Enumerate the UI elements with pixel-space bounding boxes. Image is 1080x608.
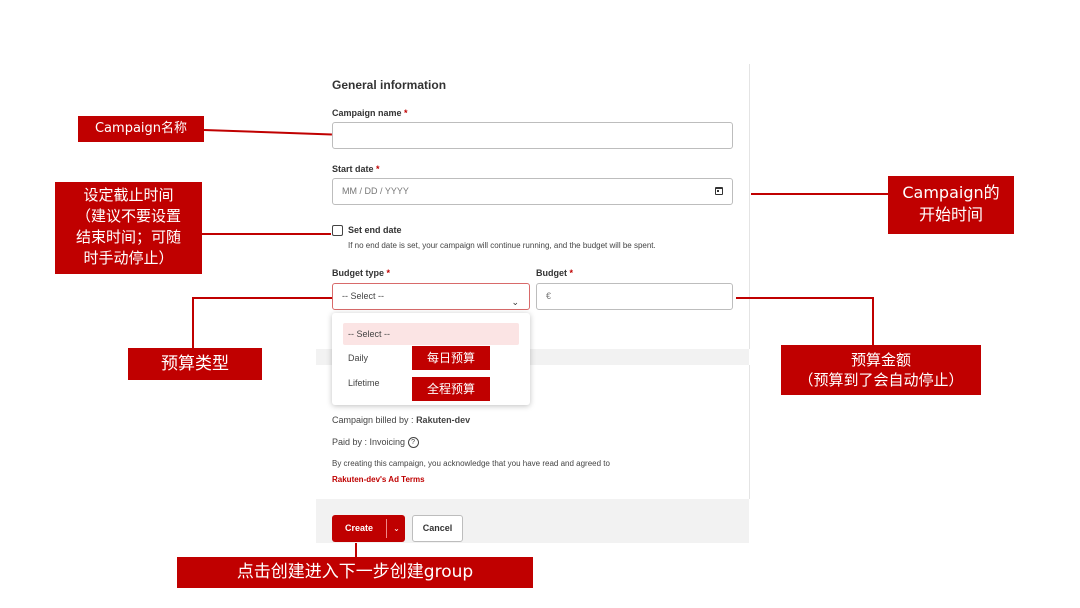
agreement-text: By creating this campaign, you acknowled… bbox=[332, 459, 610, 468]
calendar-icon[interactable] bbox=[715, 187, 723, 195]
callout-budget-line-2: （预算到了会自动停止） bbox=[798, 371, 964, 389]
callout-start-date: Campaign的 开始时间 bbox=[888, 176, 1014, 234]
cancel-button[interactable]: Cancel bbox=[412, 515, 463, 542]
chevron-down-icon[interactable]: ⌄ bbox=[388, 515, 405, 542]
callout-budget-type: 预算类型 bbox=[128, 348, 262, 380]
campaign-name-label-text: Campaign name bbox=[332, 108, 402, 118]
dropdown-option-daily[interactable]: Daily bbox=[348, 353, 368, 363]
end-date-label: Set end date bbox=[348, 225, 402, 235]
leader-line bbox=[751, 193, 888, 195]
paid-by-text: Paid by : Invoicing bbox=[332, 437, 406, 447]
callout-end-date: 设定截止时间 （建议不要设置 结束时间；可随 时手动停止） bbox=[55, 182, 202, 274]
budget-label-text: Budget bbox=[536, 268, 567, 278]
campaign-name-input[interactable] bbox=[332, 122, 733, 149]
budget-input[interactable]: € bbox=[536, 283, 733, 310]
create-button-divider bbox=[386, 519, 387, 538]
campaign-name-label: Campaign name * bbox=[332, 108, 408, 118]
budget-type-label: Budget type * bbox=[332, 268, 390, 278]
leader-line bbox=[192, 297, 194, 348]
callout-daily: 每日预算 bbox=[412, 346, 490, 370]
budget-type-selected: -- Select -- bbox=[342, 291, 385, 301]
billed-by-prefix: Campaign billed by : bbox=[332, 415, 414, 425]
ad-terms-link[interactable]: Rakuten-dev's Ad Terms bbox=[332, 475, 425, 484]
required-mark: * bbox=[376, 164, 380, 174]
leader-line bbox=[192, 297, 332, 299]
paid-by: Paid by : Invoicing ? bbox=[332, 437, 419, 449]
billed-by: Campaign billed by : Rakuten-dev bbox=[332, 415, 470, 425]
leader-line bbox=[203, 129, 332, 136]
required-mark: * bbox=[404, 108, 408, 118]
required-mark: * bbox=[386, 268, 391, 278]
callout-budget: 预算金额 （预算到了会自动停止） bbox=[781, 345, 981, 395]
dropdown-option-select[interactable]: -- Select -- bbox=[343, 323, 519, 345]
chevron-down-icon: ⌄ bbox=[511, 297, 519, 307]
start-date-placeholder: MM / DD / YYYY bbox=[342, 186, 409, 196]
callout-campaign-name: Campaign名称 bbox=[78, 116, 204, 142]
currency-symbol: € bbox=[546, 291, 552, 301]
callout-end-date-line-3: 结束时间；可随 bbox=[75, 228, 181, 246]
leader-line bbox=[355, 543, 357, 557]
help-circle-icon[interactable]: ? bbox=[407, 437, 419, 449]
budget-type-select[interactable]: -- Select -- ⌄ bbox=[332, 283, 530, 310]
end-date-help: If no end date is set, your campaign wil… bbox=[348, 241, 656, 250]
callout-end-date-line-2: （建议不要设置 bbox=[75, 207, 181, 225]
start-date-input[interactable]: MM / DD / YYYY bbox=[332, 178, 733, 205]
required-mark: * bbox=[569, 268, 574, 278]
callout-lifetime: 全程预算 bbox=[412, 377, 490, 401]
leader-line bbox=[736, 297, 874, 299]
callout-budget-line-1: 预算金额 bbox=[850, 351, 911, 369]
budget-type-label-text: Budget type bbox=[332, 268, 385, 278]
callout-create: 点击创建进入下一步创建group bbox=[177, 557, 533, 588]
create-button-label[interactable]: Create bbox=[332, 515, 386, 542]
start-date-label-text: Start date bbox=[332, 164, 374, 174]
leader-line bbox=[202, 233, 331, 235]
callout-start-date-line-2: 开始时间 bbox=[918, 205, 983, 224]
dropdown-option-lifetime[interactable]: Lifetime bbox=[348, 378, 380, 388]
leader-line bbox=[872, 297, 874, 345]
section-title: General information bbox=[332, 78, 447, 92]
budget-label: Budget * bbox=[536, 268, 573, 278]
end-date-checkbox[interactable] bbox=[332, 225, 343, 236]
callout-end-date-line-1: 设定截止时间 bbox=[83, 186, 174, 204]
billed-by-value: Rakuten-dev bbox=[416, 415, 471, 425]
callout-start-date-line-1: Campaign的 bbox=[902, 183, 1000, 202]
callout-end-date-line-4: 时手动停止） bbox=[83, 249, 174, 267]
start-date-label: Start date * bbox=[332, 164, 380, 174]
